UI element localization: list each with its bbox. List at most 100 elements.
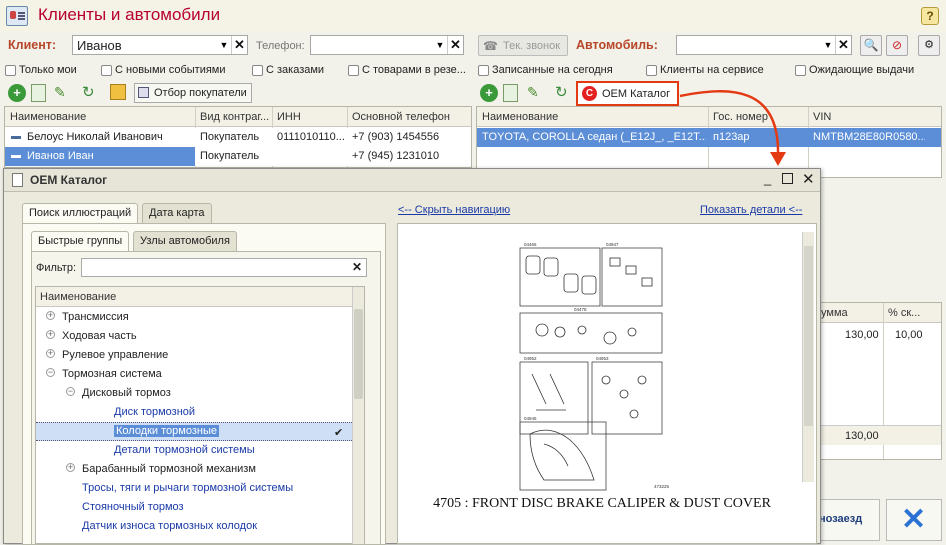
tree-item[interactable]: Детали тормозной системы <box>36 441 352 460</box>
copy-icon[interactable] <box>503 84 518 102</box>
table-row[interactable]: Белоус Николай Иванович Покупатель 01110… <box>5 128 471 147</box>
chevron-down-icon[interactable]: ▼ <box>217 36 231 54</box>
settings-icon[interactable]: ⚙ <box>918 35 940 56</box>
add-icon[interactable]: + <box>8 84 26 102</box>
refresh-icon[interactable]: ↻ <box>82 83 95 101</box>
clear-icon[interactable]: ✕ <box>835 36 851 54</box>
tab-label: Поиск иллюстраций <box>29 207 132 219</box>
filter-icon[interactable] <box>110 84 126 100</box>
checkbox-with-orders[interactable] <box>252 65 263 76</box>
oem-logo-icon: C <box>582 86 597 101</box>
tree-item[interactable]: Диск тормозной <box>36 403 352 422</box>
hide-navigation-link[interactable]: <-- Скрыть навигацию <box>398 204 510 216</box>
tab-data-card[interactable]: Дата карта <box>142 203 212 223</box>
clear-icon[interactable]: ✕ <box>447 36 463 54</box>
checkbox-only-mine[interactable] <box>5 65 16 76</box>
collapse-icon[interactable]: − <box>46 368 55 377</box>
checkbox-new-events[interactable] <box>101 65 112 76</box>
clear-search-icon[interactable]: ⊘ <box>886 35 908 56</box>
tree-scrollbar[interactable] <box>352 287 364 544</box>
checkbox-clients-in-service[interactable] <box>646 65 657 76</box>
tab-label: Дата карта <box>149 207 205 219</box>
tab-quick-groups[interactable]: Быстрые группы <box>31 231 130 251</box>
select-buyers-button[interactable]: Отбор покупатели <box>134 83 252 103</box>
tab-car-units[interactable]: Узлы автомобиля <box>133 231 237 251</box>
svg-text:04465: 04465 <box>524 242 537 247</box>
column-header[interactable]: Наименование <box>482 111 558 123</box>
clear-icon[interactable]: ✕ <box>352 260 362 274</box>
column-header[interactable]: Наименование <box>40 291 116 303</box>
tree-item[interactable]: − Дисковый тормоз <box>36 384 352 403</box>
column-header[interactable]: Наименование <box>10 111 86 123</box>
filter-label: С новыми событиями <box>115 64 226 76</box>
illustration-caption: 4705 : FRONT DISC BRAKE CALIPER & DUST C… <box>422 494 782 514</box>
oem-catalog-button[interactable]: C OEM Каталог <box>576 81 679 106</box>
current-call-button[interactable]: ☎ Тек. звонок <box>478 35 568 56</box>
chevron-down-icon[interactable]: ▼ <box>821 36 835 54</box>
brake-caliper-diagram: 04465 04947 04478 04952 04953 04945 4732… <box>519 242 670 491</box>
phone-icon: ☎ <box>483 39 498 53</box>
table-row-selected[interactable]: Иванов Иван Покупатель +7 (945) 1231010 <box>5 147 471 166</box>
viewer-scrollbar[interactable] <box>802 232 814 482</box>
clear-icon[interactable]: ✕ <box>231 36 247 54</box>
column-header[interactable]: Вид контраг... <box>200 111 269 123</box>
refresh-icon[interactable]: ↻ <box>555 83 568 101</box>
maximize-icon[interactable] <box>782 173 793 184</box>
checkbox-booked-today[interactable] <box>478 65 489 76</box>
tree-item[interactable]: Стояночный тормоз <box>36 498 352 517</box>
expand-icon[interactable]: + <box>46 311 55 320</box>
column-header[interactable]: VIN <box>813 111 831 123</box>
phone-field[interactable]: ▼ ✕ <box>310 35 464 55</box>
column-header[interactable]: Основной телефон <box>352 111 450 123</box>
help-button[interactable]: ? <box>921 7 939 25</box>
close-icon[interactable]: ✕ <box>802 170 815 188</box>
tree-item[interactable]: + Барабанный тормозной механизм <box>36 460 352 479</box>
tree-item[interactable]: + Трансмиссия <box>36 308 352 327</box>
filter-label: С заказами <box>266 64 325 76</box>
phone-label: Телефон: <box>256 40 305 52</box>
car-field[interactable]: ▼ ✕ <box>676 35 852 55</box>
column-header[interactable]: умма <box>821 307 848 319</box>
filter-input[interactable]: ✕ <box>81 258 367 277</box>
tree-item-selected[interactable]: Колодки тормозные ✔ <box>36 422 352 441</box>
close-button[interactable]: ✕ <box>886 499 942 541</box>
add-icon[interactable]: + <box>480 84 498 102</box>
total-value: 130,00 <box>845 430 879 442</box>
expand-icon[interactable]: + <box>66 463 75 472</box>
checkbox-goods-reserved[interactable] <box>348 65 359 76</box>
check-in-button[interactable]: нозаезд <box>812 499 880 541</box>
search-icon[interactable]: 🔍 <box>860 35 882 56</box>
tree-item-label: Тросы, тяги и рычаги тормозной системы <box>82 482 294 494</box>
minimize-icon[interactable]: _ <box>764 171 771 186</box>
svg-text:04945: 04945 <box>524 416 537 421</box>
column-header[interactable]: ИНН <box>277 111 301 123</box>
filter-label: Записанные на сегодня <box>492 64 613 76</box>
chevron-down-icon[interactable]: ▼ <box>433 36 447 54</box>
copy-icon[interactable] <box>31 84 46 102</box>
collapse-icon[interactable]: − <box>66 387 75 396</box>
current-call-label: Тек. звонок <box>503 40 561 52</box>
tree-item[interactable]: Тросы, тяги и рычаги тормозной системы <box>36 479 352 498</box>
expand-icon[interactable]: + <box>46 330 55 339</box>
tree-item[interactable]: + Ходовая часть <box>36 327 352 346</box>
tree-item-label: Дисковый тормоз <box>82 387 171 399</box>
tree-item-label: Датчик износа тормозных колодок <box>82 520 258 532</box>
tab-label: Быстрые группы <box>38 235 123 247</box>
oem-catalog-dialog: OEM Каталог _ ✕ Поиск иллюстраций Дата к… <box>3 168 821 545</box>
show-details-link[interactable]: Показать детали <-- <box>700 204 802 216</box>
illustration-search-panel: Быстрые группы Узлы автомобиля Фильтр: ✕… <box>22 223 386 545</box>
edit-icon[interactable]: ✎ <box>527 84 539 101</box>
tree-item[interactable]: Датчик износа тормозных колодок <box>36 517 352 536</box>
tree-item[interactable]: − Тормозная система <box>36 365 352 384</box>
column-header[interactable]: % ск... <box>888 307 920 319</box>
tree-item[interactable]: + Рулевое управление <box>36 346 352 365</box>
edit-icon[interactable]: ✎ <box>54 84 66 101</box>
expand-icon[interactable]: + <box>46 349 55 358</box>
filter-label: Клиенты на сервисе <box>660 64 764 76</box>
checkbox-awaiting-delivery[interactable] <box>795 65 806 76</box>
tree-item-label: Стояночный тормоз <box>82 501 184 513</box>
clients-table: Наименование Вид контраг... ИНН Основной… <box>4 106 472 168</box>
client-field[interactable]: Иванов ▼ ✕ <box>72 35 248 55</box>
tab-illustration-search[interactable]: Поиск иллюстраций <box>22 203 139 223</box>
client-value: Иванов <box>77 38 122 53</box>
